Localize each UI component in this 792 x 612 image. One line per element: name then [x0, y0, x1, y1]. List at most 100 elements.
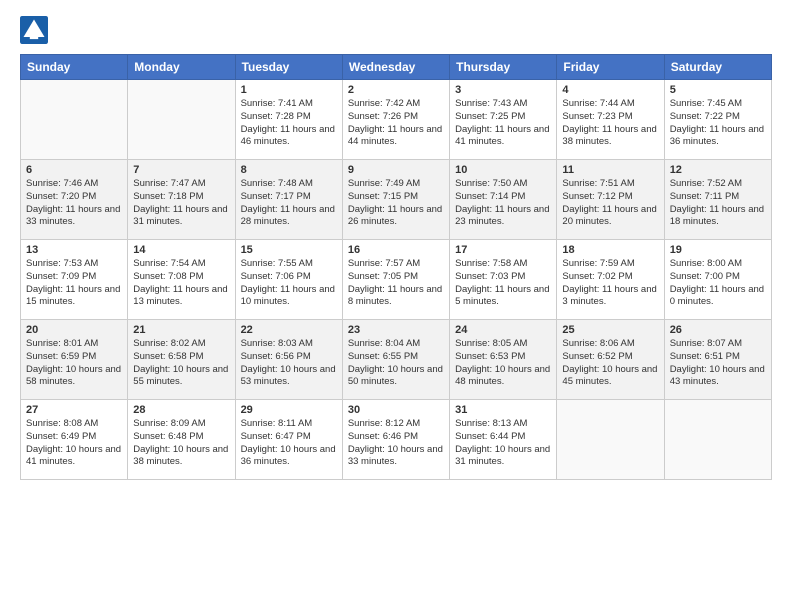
calendar-cell: 1 Sunrise: 7:41 AMSunset: 7:28 PMDaylight…	[235, 80, 342, 160]
cell-info: Sunrise: 8:01 AMSunset: 6:59 PMDaylight:…	[26, 338, 121, 387]
cell-info: Sunrise: 8:12 AMSunset: 6:46 PMDaylight:…	[348, 418, 443, 467]
cell-info: Sunrise: 8:04 AMSunset: 6:55 PMDaylight:…	[348, 338, 443, 387]
calendar-week-1: 1 Sunrise: 7:41 AMSunset: 7:28 PMDaylight…	[21, 80, 772, 160]
calendar-cell: 4Sunrise: 7:44 AMSunset: 7:23 PMDaylight…	[557, 80, 664, 160]
cell-info: Sunrise: 7:41 AMSunset: 7:28 PMDaylight:…	[241, 98, 335, 147]
day-number: 28	[133, 404, 229, 416]
day-number: 30	[348, 404, 444, 416]
calendar-cell: 23 Sunrise: 8:04 AMSunset: 6:55 PMDayligh…	[342, 320, 449, 400]
calendar-cell	[557, 400, 664, 480]
cell-info: Sunrise: 7:57 AMSunset: 7:05 PMDaylight:…	[348, 258, 442, 307]
calendar-cell: 15 Sunrise: 7:55 AMSunset: 7:06 PMDayligh…	[235, 240, 342, 320]
calendar-cell: 29 Sunrise: 8:11 AMSunset: 6:47 PMDayligh…	[235, 400, 342, 480]
cell-info: Sunrise: 7:46 AMSunset: 7:20 PMDaylight:…	[26, 178, 120, 227]
cell-info: Sunrise: 7:59 AMSunset: 7:02 PMDaylight:…	[562, 258, 656, 307]
calendar-cell: 28 Sunrise: 8:09 AMSunset: 6:48 PMDayligh…	[128, 400, 235, 480]
day-number: 27	[26, 404, 122, 416]
cell-info: Sunrise: 7:54 AMSunset: 7:08 PMDaylight:…	[133, 258, 227, 307]
day-number: 21	[133, 324, 229, 336]
day-number: 19	[670, 244, 766, 256]
cell-info: Sunrise: 7:48 AMSunset: 7:17 PMDaylight:…	[241, 178, 335, 227]
day-number: 13	[26, 244, 122, 256]
calendar-cell: 9 Sunrise: 7:49 AMSunset: 7:15 PMDaylight…	[342, 160, 449, 240]
day-number: 14	[133, 244, 229, 256]
calendar-cell: 26Sunrise: 8:07 AMSunset: 6:51 PMDayligh…	[664, 320, 771, 400]
cell-info: Sunrise: 7:53 AMSunset: 7:09 PMDaylight:…	[26, 258, 120, 307]
calendar-header-row: SundayMondayTuesdayWednesdayThursdayFrid…	[21, 55, 772, 80]
cell-info: Sunrise: 8:13 AMSunset: 6:44 PMDaylight:…	[455, 418, 550, 467]
day-number: 10	[455, 164, 551, 176]
cell-info: Sunrise: 8:06 AMSunset: 6:52 PMDaylight:…	[562, 338, 657, 387]
day-header-monday: Monday	[128, 55, 235, 80]
calendar-cell: 5 Sunrise: 7:45 AMSunset: 7:22 PMDaylight…	[664, 80, 771, 160]
day-number: 22	[241, 324, 337, 336]
cell-info: Sunrise: 8:09 AMSunset: 6:48 PMDaylight:…	[133, 418, 228, 467]
calendar-cell: 14 Sunrise: 7:54 AMSunset: 7:08 PMDayligh…	[128, 240, 235, 320]
calendar-cell: 12Sunrise: 7:52 AMSunset: 7:11 PMDayligh…	[664, 160, 771, 240]
cell-info: Sunrise: 7:55 AMSunset: 7:06 PMDaylight:…	[241, 258, 335, 307]
calendar-cell: 18 Sunrise: 7:59 AMSunset: 7:02 PMDayligh…	[557, 240, 664, 320]
cell-info: Sunrise: 7:49 AMSunset: 7:15 PMDaylight:…	[348, 178, 442, 227]
cell-info: Sunrise: 8:07 AMSunset: 6:51 PMDaylight:…	[670, 338, 765, 387]
day-number: 5	[670, 84, 766, 96]
cell-info: Sunrise: 8:03 AMSunset: 6:56 PMDaylight:…	[241, 338, 336, 387]
day-number: 3	[455, 84, 551, 96]
day-number: 4	[562, 84, 658, 96]
calendar: SundayMondayTuesdayWednesdayThursdayFrid…	[20, 54, 772, 480]
cell-info: Sunrise: 8:11 AMSunset: 6:47 PMDaylight:…	[241, 418, 336, 467]
calendar-cell: 13 Sunrise: 7:53 AMSunset: 7:09 PMDayligh…	[21, 240, 128, 320]
header	[20, 16, 772, 44]
cell-info: Sunrise: 7:52 AMSunset: 7:11 PMDaylight:…	[670, 178, 764, 227]
cell-info: Sunrise: 8:08 AMSunset: 6:49 PMDaylight:…	[26, 418, 121, 467]
day-number: 29	[241, 404, 337, 416]
day-number: 7	[133, 164, 229, 176]
logo	[20, 16, 52, 44]
calendar-week-2: 6 Sunrise: 7:46 AMSunset: 7:20 PMDaylight…	[21, 160, 772, 240]
calendar-cell: 10 Sunrise: 7:50 AMSunset: 7:14 PMDayligh…	[450, 160, 557, 240]
cell-info: Sunrise: 7:50 AMSunset: 7:14 PMDaylight:…	[455, 178, 549, 227]
cell-info: Sunrise: 7:51 AMSunset: 7:12 PMDaylight:…	[562, 178, 656, 227]
day-number: 25	[562, 324, 658, 336]
day-number: 20	[26, 324, 122, 336]
calendar-cell: 17Sunrise: 7:58 AMSunset: 7:03 PMDayligh…	[450, 240, 557, 320]
calendar-cell: 8Sunrise: 7:48 AMSunset: 7:17 PMDaylight…	[235, 160, 342, 240]
day-number: 2	[348, 84, 444, 96]
day-number: 23	[348, 324, 444, 336]
cell-info: Sunrise: 7:42 AMSunset: 7:26 PMDaylight:…	[348, 98, 442, 147]
day-header-wednesday: Wednesday	[342, 55, 449, 80]
day-number: 16	[348, 244, 444, 256]
page: SundayMondayTuesdayWednesdayThursdayFrid…	[0, 0, 792, 612]
calendar-week-4: 20 Sunrise: 8:01 AMSunset: 6:59 PMDayligh…	[21, 320, 772, 400]
calendar-cell: 3 Sunrise: 7:43 AMSunset: 7:25 PMDaylight…	[450, 80, 557, 160]
day-header-tuesday: Tuesday	[235, 55, 342, 80]
calendar-cell: 19Sunrise: 8:00 AMSunset: 7:00 PMDayligh…	[664, 240, 771, 320]
day-header-thursday: Thursday	[450, 55, 557, 80]
calendar-cell: 31Sunrise: 8:13 AMSunset: 6:44 PMDayligh…	[450, 400, 557, 480]
logo-icon	[20, 16, 48, 44]
cell-info: Sunrise: 7:47 AMSunset: 7:18 PMDaylight:…	[133, 178, 227, 227]
day-header-sunday: Sunday	[21, 55, 128, 80]
day-number: 18	[562, 244, 658, 256]
calendar-cell: 27 Sunrise: 8:08 AMSunset: 6:49 PMDayligh…	[21, 400, 128, 480]
day-number: 6	[26, 164, 122, 176]
calendar-cell	[21, 80, 128, 160]
cell-info: Sunrise: 8:02 AMSunset: 6:58 PMDaylight:…	[133, 338, 228, 387]
day-number: 24	[455, 324, 551, 336]
calendar-cell: 21 Sunrise: 8:02 AMSunset: 6:58 PMDayligh…	[128, 320, 235, 400]
day-number: 9	[348, 164, 444, 176]
day-number: 1	[241, 84, 337, 96]
calendar-cell: 2 Sunrise: 7:42 AMSunset: 7:26 PMDaylight…	[342, 80, 449, 160]
cell-info: Sunrise: 7:43 AMSunset: 7:25 PMDaylight:…	[455, 98, 549, 147]
day-number: 15	[241, 244, 337, 256]
calendar-cell	[128, 80, 235, 160]
day-number: 11	[562, 164, 658, 176]
calendar-cell: 11 Sunrise: 7:51 AMSunset: 7:12 PMDayligh…	[557, 160, 664, 240]
calendar-cell: 30 Sunrise: 8:12 AMSunset: 6:46 PMDayligh…	[342, 400, 449, 480]
calendar-cell: 20 Sunrise: 8:01 AMSunset: 6:59 PMDayligh…	[21, 320, 128, 400]
cell-info: Sunrise: 7:45 AMSunset: 7:22 PMDaylight:…	[670, 98, 764, 147]
calendar-week-3: 13 Sunrise: 7:53 AMSunset: 7:09 PMDayligh…	[21, 240, 772, 320]
cell-info: Sunrise: 7:58 AMSunset: 7:03 PMDaylight:…	[455, 258, 549, 307]
calendar-cell: 16 Sunrise: 7:57 AMSunset: 7:05 PMDayligh…	[342, 240, 449, 320]
cell-info: Sunrise: 8:05 AMSunset: 6:53 PMDaylight:…	[455, 338, 550, 387]
calendar-cell: 7 Sunrise: 7:47 AMSunset: 7:18 PMDaylight…	[128, 160, 235, 240]
